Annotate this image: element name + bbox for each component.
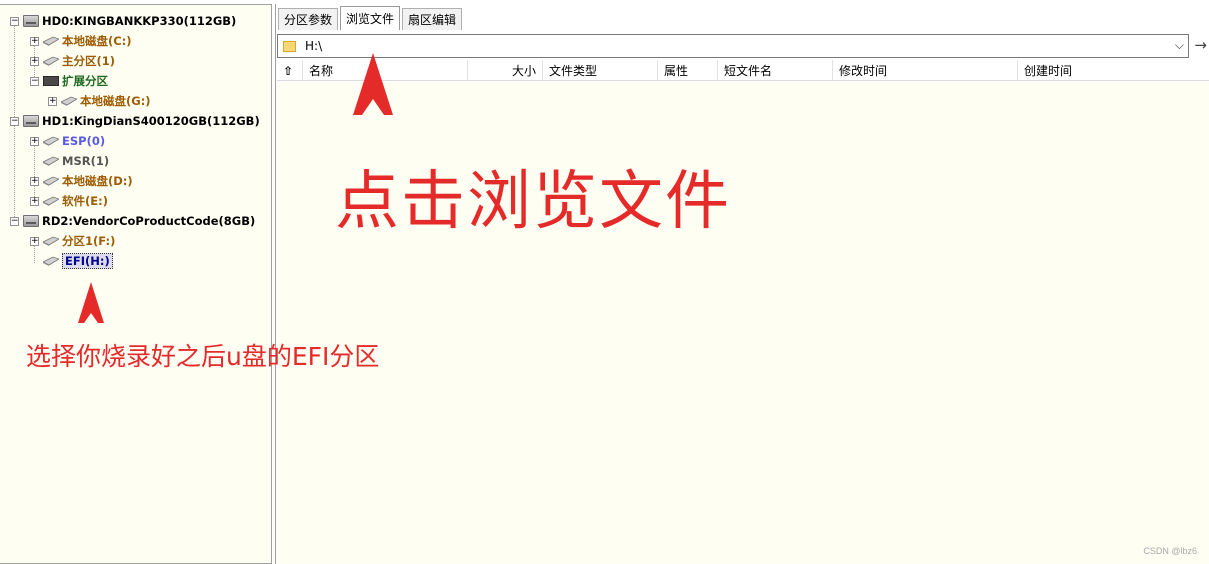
tree-item-label: RD2:VendorCoProductCode(8GB) [42,214,256,228]
drive-icon [43,196,59,206]
extended-partition-icon [43,76,59,86]
watermark: CSDN @lbz6 [1143,546,1197,556]
annotation-arrow-up [78,282,104,323]
drive-icon [43,256,59,266]
removable-disk-icon [23,215,39,227]
tree-item-drive-e[interactable]: + 软件(E:) [30,191,108,211]
drive-icon [43,36,59,46]
tree-item-label: HD0:KINGBANKKP330(112GB) [42,14,237,28]
column-size[interactable]: 大小 [468,60,543,81]
file-list-header: ⇧ 名称 大小 文件类型 属性 短文件名 修改时间 创建时间 [277,60,1209,81]
pane-splitter[interactable] [272,4,276,564]
tree-item-label: ESP(0) [62,134,106,148]
tree-item-efi-h[interactable]: EFI(H:) [30,251,113,271]
expand-icon[interactable]: + [30,196,39,206]
drive-icon [43,136,59,146]
collapse-icon[interactable]: − [30,76,39,86]
tree-item-label: EFI(H:) [62,253,113,269]
tree-item-hd1[interactable]: − HD1:KingDianS400120GB(112GB) [10,111,260,131]
hard-disk-icon [23,115,39,127]
column-attributes[interactable]: 属性 [658,60,718,81]
collapse-icon[interactable]: − [10,16,19,26]
partition-tree[interactable]: − HD0:KINGBANKKP330(112GB) + 本地磁盘(C:) + … [0,4,272,564]
tree-item-label: 主分区(1) [62,54,116,68]
tree-item-esp[interactable]: + ESP(0) [30,131,105,151]
go-arrow-icon[interactable]: → [1194,36,1207,54]
tree-item-label: MSR(1) [62,154,110,168]
tree-item-label: 分区1(F:) [62,234,116,248]
tree-item-drive-f[interactable]: + 分区1(F:) [30,231,115,251]
tree-item-label: 软件(E:) [62,194,108,208]
drive-icon [43,236,59,246]
column-modified[interactable]: 修改时间 [833,60,1018,81]
expand-icon[interactable]: + [30,136,39,146]
annotation-arrow-up [353,53,393,115]
tree-item-rd2[interactable]: − RD2:VendorCoProductCode(8GB) [10,211,255,231]
tab-partition-params[interactable]: 分区参数 [278,8,339,30]
tree-item-label: 扩展分区 [62,74,108,88]
tree-item-msr[interactable]: MSR(1) [30,151,109,171]
tree-item-primary-1[interactable]: + 主分区(1) [30,51,115,71]
drive-icon [43,156,59,166]
tree-item-label: 本地磁盘(C:) [62,34,132,48]
expand-icon[interactable]: + [30,176,39,186]
column-type[interactable]: 文件类型 [543,60,658,81]
tree-item-label: 本地磁盘(G:) [80,94,151,108]
tree-item-hd0[interactable]: − HD0:KINGBANKKP330(112GB) [10,11,236,31]
drive-icon [61,96,77,106]
drive-icon [43,176,59,186]
folder-icon [283,40,296,52]
annotation-select-efi: 选择你烧录好之后u盘的EFI分区 [26,342,380,371]
collapse-icon[interactable]: − [10,216,19,226]
tab-browse-files[interactable]: 浏览文件 [340,6,401,30]
column-created[interactable]: 创建时间 [1018,60,1209,81]
tree-item-label: HD1:KingDianS400120GB(112GB) [42,114,260,128]
chevron-down-icon[interactable]: ⌵ [1175,38,1184,53]
tab-sector-edit[interactable]: 扇区编辑 [402,8,463,30]
hard-disk-icon [23,15,39,27]
expand-icon[interactable]: + [30,56,39,66]
path-input[interactable]: H:\ [305,39,322,53]
tree-item-extended[interactable]: − 扩展分区 [30,71,108,91]
path-bar: H:\ ⌵ → [277,33,1209,59]
expand-icon[interactable]: + [48,96,57,106]
tab-bar: 分区参数 浏览文件 扇区编辑 [278,6,464,31]
collapse-icon[interactable]: − [10,116,19,126]
up-folder-icon[interactable]: ⇧ [277,60,303,81]
tree-item-drive-c[interactable]: + 本地磁盘(C:) [30,31,132,51]
tree-item-drive-g[interactable]: + 本地磁盘(G:) [48,91,151,111]
path-combobox[interactable]: H:\ ⌵ [277,34,1189,58]
tree-item-drive-d[interactable]: + 本地磁盘(D:) [30,171,133,191]
column-short-name[interactable]: 短文件名 [718,60,833,81]
expand-icon[interactable]: + [30,36,39,46]
tree-item-label: 本地磁盘(D:) [62,174,133,188]
expand-icon[interactable]: + [30,236,39,246]
annotation-click-browse: 点击浏览文件 [335,165,731,239]
drive-icon [43,56,59,66]
